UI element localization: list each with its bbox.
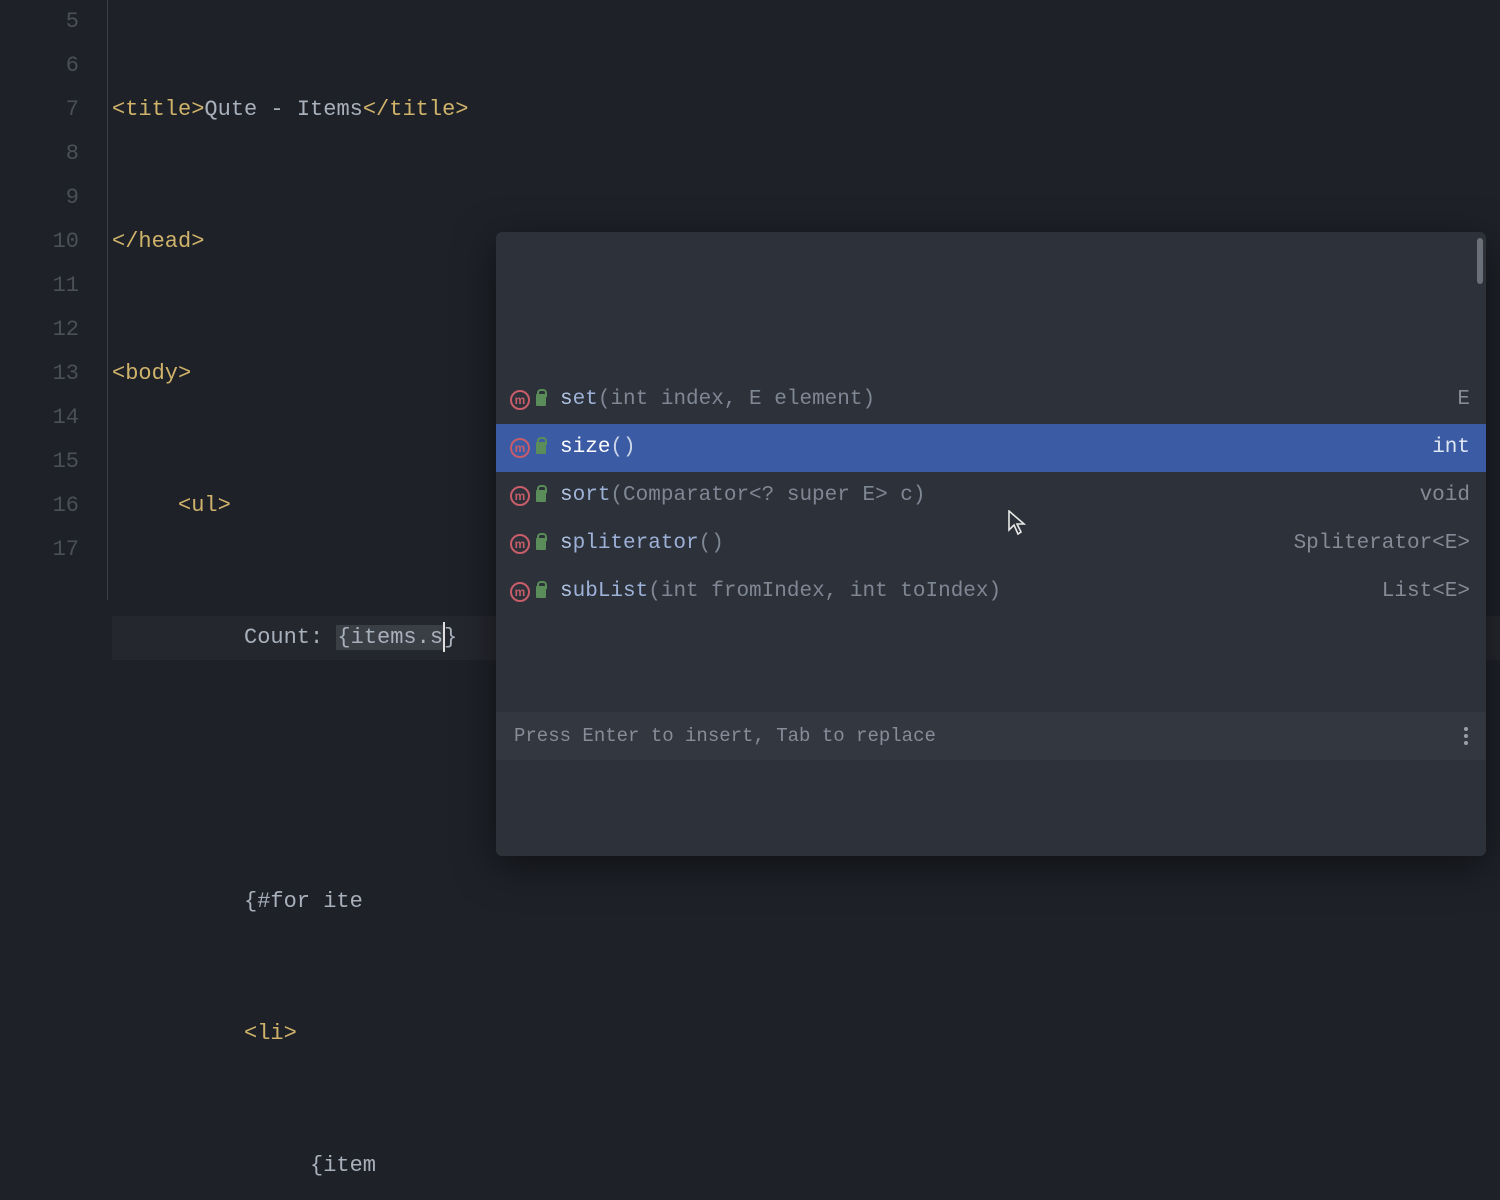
completion-signature: subList(int fromIndex, int toIndex) bbox=[560, 568, 1370, 616]
selection: {items.s bbox=[336, 625, 444, 650]
completion-item[interactable]: m subList(int fromIndex, int toIndex)List… bbox=[496, 568, 1486, 616]
completion-signature: spliterator() bbox=[560, 520, 1282, 568]
line-number: 9 bbox=[0, 176, 79, 220]
completion-item[interactable]: m size()int bbox=[496, 424, 1486, 472]
method-icon: m bbox=[510, 534, 530, 554]
completion-item[interactable]: m set(int index, E element)E bbox=[496, 376, 1486, 424]
more-options-icon[interactable] bbox=[1464, 727, 1468, 745]
code-line[interactable]: {#for ite bbox=[112, 880, 1500, 924]
completion-hint-bar: Press Enter to insert, Tab to replace bbox=[496, 712, 1486, 760]
visibility-icon bbox=[536, 586, 546, 598]
visibility-icon bbox=[536, 442, 546, 454]
completion-popup[interactable]: m set(int index, E element)Em size()int m so… bbox=[496, 232, 1486, 856]
completion-return-type: Spliterator<E> bbox=[1282, 520, 1470, 568]
code-area[interactable]: <title>Qute - Items</title> </head> <bod… bbox=[108, 0, 1500, 600]
code-line[interactable]: <title>Qute - Items</title> bbox=[112, 88, 1500, 132]
completion-signature: size() bbox=[560, 424, 1420, 472]
line-number: 16 bbox=[0, 484, 79, 528]
visibility-icon bbox=[536, 394, 546, 406]
completion-item[interactable]: m sort(Comparator<? super E> c)void bbox=[496, 472, 1486, 520]
completion-return-type: int bbox=[1420, 424, 1470, 472]
visibility-icon bbox=[536, 490, 546, 502]
completion-signature: sort(Comparator<? super E> c) bbox=[560, 472, 1408, 520]
code-line[interactable]: {item bbox=[112, 1144, 1500, 1188]
method-icon: m bbox=[510, 438, 530, 458]
line-number: 14 bbox=[0, 396, 79, 440]
line-number: 17 bbox=[0, 528, 79, 572]
code-editor[interactable]: 5 6 7 8 9 10 11 12 13 14 15 16 17 <title… bbox=[0, 0, 1500, 600]
completion-signature: set(int index, E element) bbox=[560, 376, 1445, 424]
line-number bbox=[0, 572, 79, 616]
method-icon: m bbox=[510, 486, 530, 506]
line-number: 6 bbox=[0, 44, 79, 88]
label-text: Count: bbox=[244, 625, 336, 650]
line-number: 13 bbox=[0, 352, 79, 396]
popup-scrollbar[interactable] bbox=[1477, 238, 1483, 284]
line-number: 15 bbox=[0, 440, 79, 484]
line-number: 8 bbox=[0, 132, 79, 176]
completion-return-type: List<E> bbox=[1370, 568, 1470, 616]
visibility-icon bbox=[536, 538, 546, 550]
code-line[interactable]: <li> bbox=[112, 1012, 1500, 1056]
completion-return-type: E bbox=[1445, 376, 1470, 424]
line-number: 10 bbox=[0, 220, 79, 264]
completion-item[interactable]: m spliterator()Spliterator<E> bbox=[496, 520, 1486, 568]
method-icon: m bbox=[510, 582, 530, 602]
line-number-gutter: 5 6 7 8 9 10 11 12 13 14 15 16 17 bbox=[0, 0, 108, 600]
line-number: 12 bbox=[0, 308, 79, 352]
line-number: 7 bbox=[0, 88, 79, 132]
completion-return-type: void bbox=[1408, 472, 1470, 520]
line-number: 5 bbox=[0, 0, 79, 44]
method-icon: m bbox=[510, 390, 530, 410]
line-number: 11 bbox=[0, 264, 79, 308]
completion-hint-text: Press Enter to insert, Tab to replace bbox=[514, 712, 936, 760]
